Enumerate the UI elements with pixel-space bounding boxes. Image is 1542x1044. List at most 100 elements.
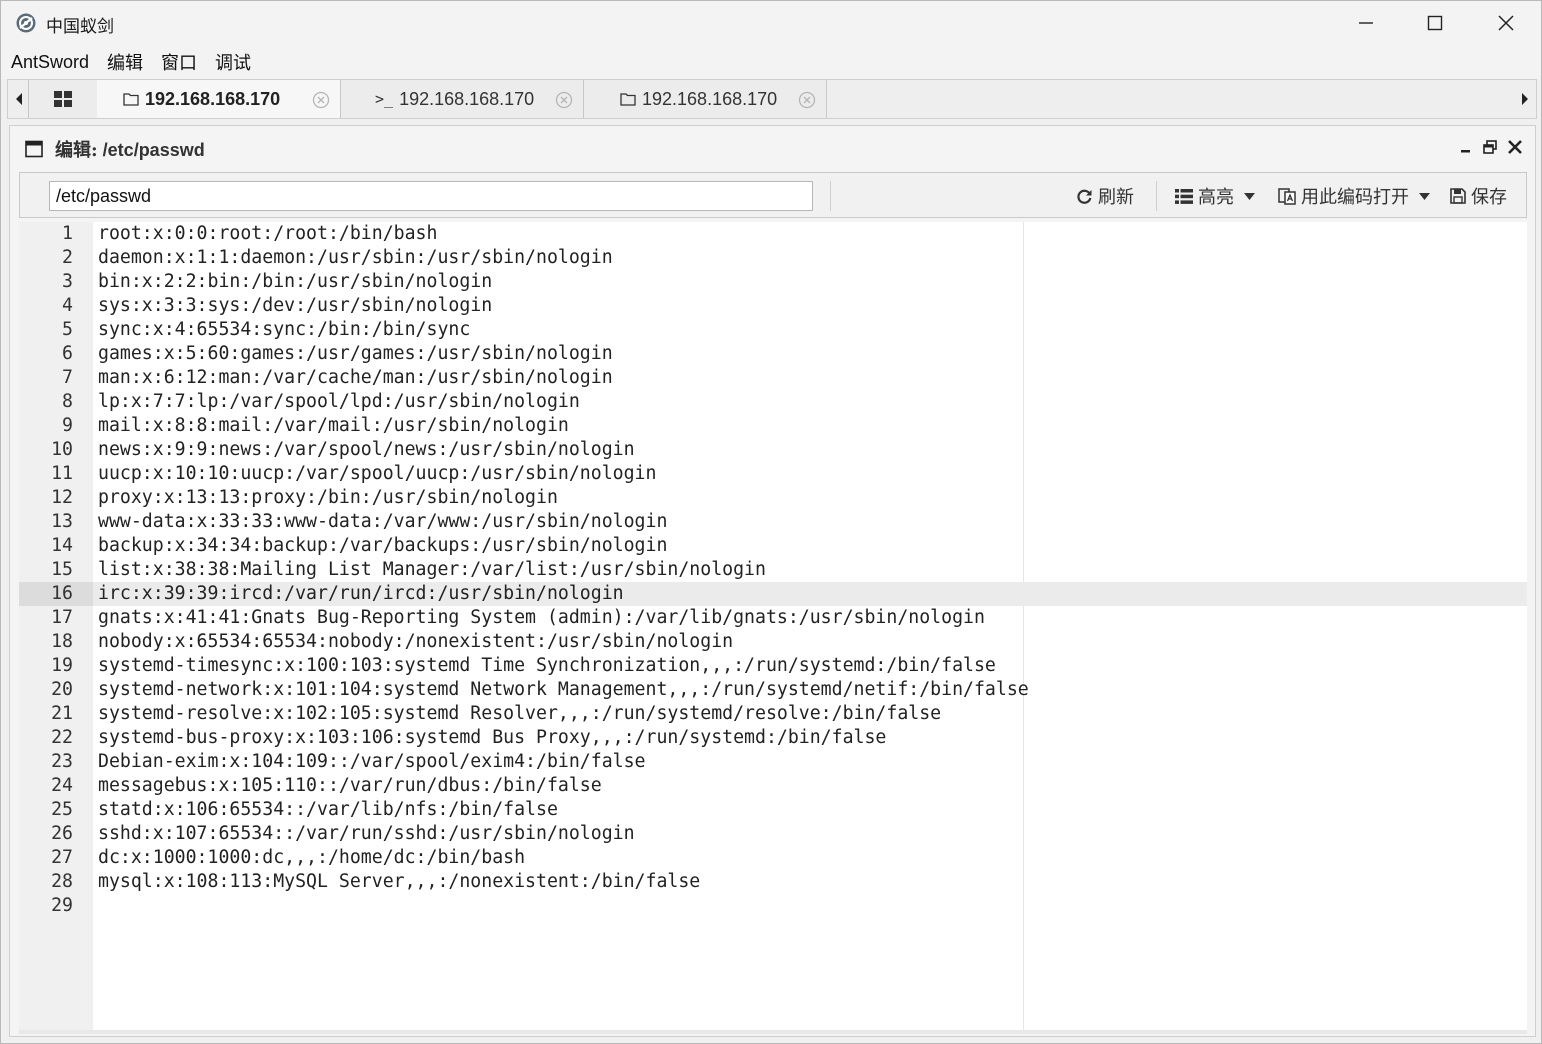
panel-minimize-icon[interactable] xyxy=(1457,138,1475,156)
line-text: bin:x:2:2:bin:/bin:/usr/sbin/nologin xyxy=(98,271,493,292)
line-text: messagebus:x:105:110::/var/run/dbus:/bin… xyxy=(98,775,602,796)
code-line[interactable]: 20 systemd-network:x:101:104:systemd Netw… xyxy=(19,678,1527,702)
encoding-label: 用此编码打开 xyxy=(1301,187,1409,207)
line-number: 1 xyxy=(62,223,73,244)
window-title: 中国蚁剑 xyxy=(46,17,114,36)
code-line[interactable]: 17 gnats:x:41:41:Gnats Bug-Reporting Syst… xyxy=(19,606,1527,630)
tab-close-icon[interactable] xyxy=(798,91,816,109)
code-line[interactable]: 19 systemd-timesync:x:100:103:systemd Tim… xyxy=(19,654,1527,678)
line-number: 3 xyxy=(62,271,73,292)
line-text: statd:x:106:65534::/var/lib/nfs:/bin/fal… xyxy=(98,799,558,820)
tab-home[interactable] xyxy=(28,80,98,118)
tab-terminal[interactable]: >_ 192.168.168.170 xyxy=(341,80,584,118)
line-text: news:x:9:9:news:/var/spool/news:/usr/sbi… xyxy=(98,439,635,460)
code-line[interactable]: 13 www-data:x:33:33:www-data:/var/www:/us… xyxy=(19,510,1527,534)
line-number: 4 xyxy=(62,295,73,316)
code-line[interactable]: 6 games:x:5:60:games:/usr/games:/usr/sbin… xyxy=(19,342,1527,366)
caret-down-icon xyxy=(1244,192,1255,200)
refresh-button[interactable]: 刷新 xyxy=(1076,183,1134,209)
code-line[interactable]: 10 news:x:9:9:news:/var/spool/news:/usr/s… xyxy=(19,438,1527,462)
tab-bar: 192.168.168.170 >_ 192.168.168.170 192.1… xyxy=(7,79,1537,119)
line-text: systemd-resolve:x:102:105:systemd Resolv… xyxy=(98,703,942,724)
code-line[interactable]: 7 man:x:6:12:man:/var/cache/man:/usr/sbin… xyxy=(19,366,1527,390)
code-line[interactable]: 21 systemd-resolve:x:102:105:systemd Reso… xyxy=(19,702,1527,726)
line-number: 16 xyxy=(19,582,93,606)
line-number: 26 xyxy=(51,823,73,844)
editor-panel: 编辑: /etc/passwd 刷新 xyxy=(9,125,1536,1037)
toolbar-divider xyxy=(830,181,831,211)
menu-debug[interactable]: 调试 xyxy=(206,49,260,75)
code-line[interactable]: 9 mail:x:8:8:mail:/var/mail:/usr/sbin/nol… xyxy=(19,414,1527,438)
line-number: 20 xyxy=(51,679,73,700)
code-line[interactable]: 29 xyxy=(19,894,1527,918)
minimize-button[interactable] xyxy=(1331,1,1401,45)
line-text: Debian-exim:x:104:109::/var/spool/exim4:… xyxy=(98,751,646,772)
code-line[interactable]: 26 sshd:x:107:65534::/var/run/sshd:/usr/s… xyxy=(19,822,1527,846)
horizontal-scrollbar[interactable] xyxy=(19,1030,1527,1034)
tab-close-icon[interactable] xyxy=(312,91,330,109)
line-text: dc:x:1000:1000:dc,,,:/home/dc:/bin/bash xyxy=(98,847,526,868)
code-line[interactable]: 4 sys:x:3:3:sys:/dev:/usr/sbin/nologin xyxy=(19,294,1527,318)
title-bar[interactable]: 中国蚁剑 xyxy=(1,1,1541,45)
code-editor[interactable]: 1 root:x:0:0:root:/root:/bin/bash 2 daemon:… xyxy=(19,222,1527,1030)
menu-bar: AntSword 编辑 窗口 调试 xyxy=(1,45,1541,79)
line-number: 8 xyxy=(62,391,73,412)
translate-icon xyxy=(1278,188,1296,205)
panel-restore-icon[interactable] xyxy=(1481,138,1499,156)
code-line[interactable]: 5 sync:x:4:65534:sync:/bin:/bin/sync xyxy=(19,318,1527,342)
line-number: 18 xyxy=(51,631,73,652)
code-lines[interactable]: 1 root:x:0:0:root:/root:/bin/bash 2 daemon:… xyxy=(19,222,1527,918)
line-text: mail:x:8:8:mail:/var/mail:/usr/sbin/nolo… xyxy=(98,415,569,436)
code-line[interactable]: 28 mysql:x:108:113:MySQL Server,,,:/nonex… xyxy=(19,870,1527,894)
code-line[interactable]: 3 bin:x:2:2:bin:/bin:/usr/sbin/nologin xyxy=(19,270,1527,294)
code-line[interactable]: 18 nobody:x:65534:65534:nobody:/nonexiste… xyxy=(19,630,1527,654)
code-line[interactable]: 25 statd:x:106:65534::/var/lib/nfs:/bin/f… xyxy=(19,798,1527,822)
tab-file-manager-2[interactable]: 192.168.168.170 xyxy=(584,80,827,118)
line-text: nobody:x:65534:65534:nobody:/nonexistent… xyxy=(98,631,734,652)
code-line[interactable]: 15 list:x:38:38:Mailing List Manager:/var… xyxy=(19,558,1527,582)
code-line[interactable]: 2 daemon:x:1:1:daemon:/usr/sbin:/usr/sbin… xyxy=(19,246,1527,270)
save-button[interactable]: 保存 xyxy=(1450,183,1507,209)
tab-close-icon[interactable] xyxy=(555,91,573,109)
code-line[interactable]: 12 proxy:x:13:13:proxy:/bin:/usr/sbin/nol… xyxy=(19,486,1527,510)
panel-close-icon[interactable] xyxy=(1506,138,1524,156)
folder-icon xyxy=(123,93,139,106)
menu-window[interactable]: 窗口 xyxy=(152,49,206,75)
code-line[interactable]: 27 dc:x:1000:1000:dc,,,:/home/dc:/bin/bas… xyxy=(19,846,1527,870)
tab-file-manager[interactable]: 192.168.168.170 xyxy=(97,80,341,118)
line-number: 27 xyxy=(51,847,73,868)
line-number: 24 xyxy=(51,775,73,796)
close-window-button[interactable] xyxy=(1471,1,1541,45)
tab-label: 192.168.168.170 xyxy=(642,88,778,109)
line-number: 19 xyxy=(51,655,73,676)
tab-scroll-left-button[interactable] xyxy=(8,80,30,118)
line-text: systemd-network:x:101:104:systemd Networ… xyxy=(98,679,1029,700)
code-line[interactable]: 16 irc:x:39:39:ircd:/var/run/ircd:/usr/sb… xyxy=(19,582,1527,606)
highlight-button[interactable]: 高亮 xyxy=(1175,183,1255,209)
code-line[interactable]: 11 uucp:x:10:10:uucp:/var/spool/uucp:/usr… xyxy=(19,462,1527,486)
refresh-label: 刷新 xyxy=(1098,187,1134,207)
code-line[interactable]: 8 lp:x:7:7:lp:/var/spool/lpd:/usr/sbin/no… xyxy=(19,390,1527,414)
line-text: sshd:x:107:65534::/var/run/sshd:/usr/sbi… xyxy=(98,823,635,844)
line-number: 7 xyxy=(62,367,73,388)
line-text: list:x:38:38:Mailing List Manager:/var/l… xyxy=(98,559,766,580)
file-path-input[interactable] xyxy=(49,181,813,211)
maximize-button[interactable] xyxy=(1400,1,1470,45)
line-number: 15 xyxy=(51,559,73,580)
tab-scroll-right-button[interactable] xyxy=(1514,80,1536,118)
code-line[interactable]: 24 messagebus:x:105:110::/var/run/dbus:/b… xyxy=(19,774,1527,798)
line-number: 14 xyxy=(51,535,73,556)
panel-header: 编辑: /etc/passwd xyxy=(10,126,1535,168)
window-icon xyxy=(25,140,43,158)
line-number: 9 xyxy=(62,415,73,436)
code-line[interactable]: 1 root:x:0:0:root:/root:/bin/bash xyxy=(19,222,1527,246)
menu-antsword[interactable]: AntSword xyxy=(1,52,98,73)
caret-down-icon xyxy=(1419,192,1430,200)
code-line[interactable]: 14 backup:x:34:34:backup:/var/backups:/us… xyxy=(19,534,1527,558)
menu-edit[interactable]: 编辑 xyxy=(98,49,152,75)
panel-title-label: 编辑: xyxy=(55,140,98,161)
code-line[interactable]: 22 systemd-bus-proxy:x:103:106:systemd Bu… xyxy=(19,726,1527,750)
code-line[interactable]: 23 Debian-exim:x:104:109::/var/spool/exim… xyxy=(19,750,1527,774)
arrow-right-icon xyxy=(1522,93,1528,105)
open-with-encoding-button[interactable]: 用此编码打开 xyxy=(1278,183,1430,209)
